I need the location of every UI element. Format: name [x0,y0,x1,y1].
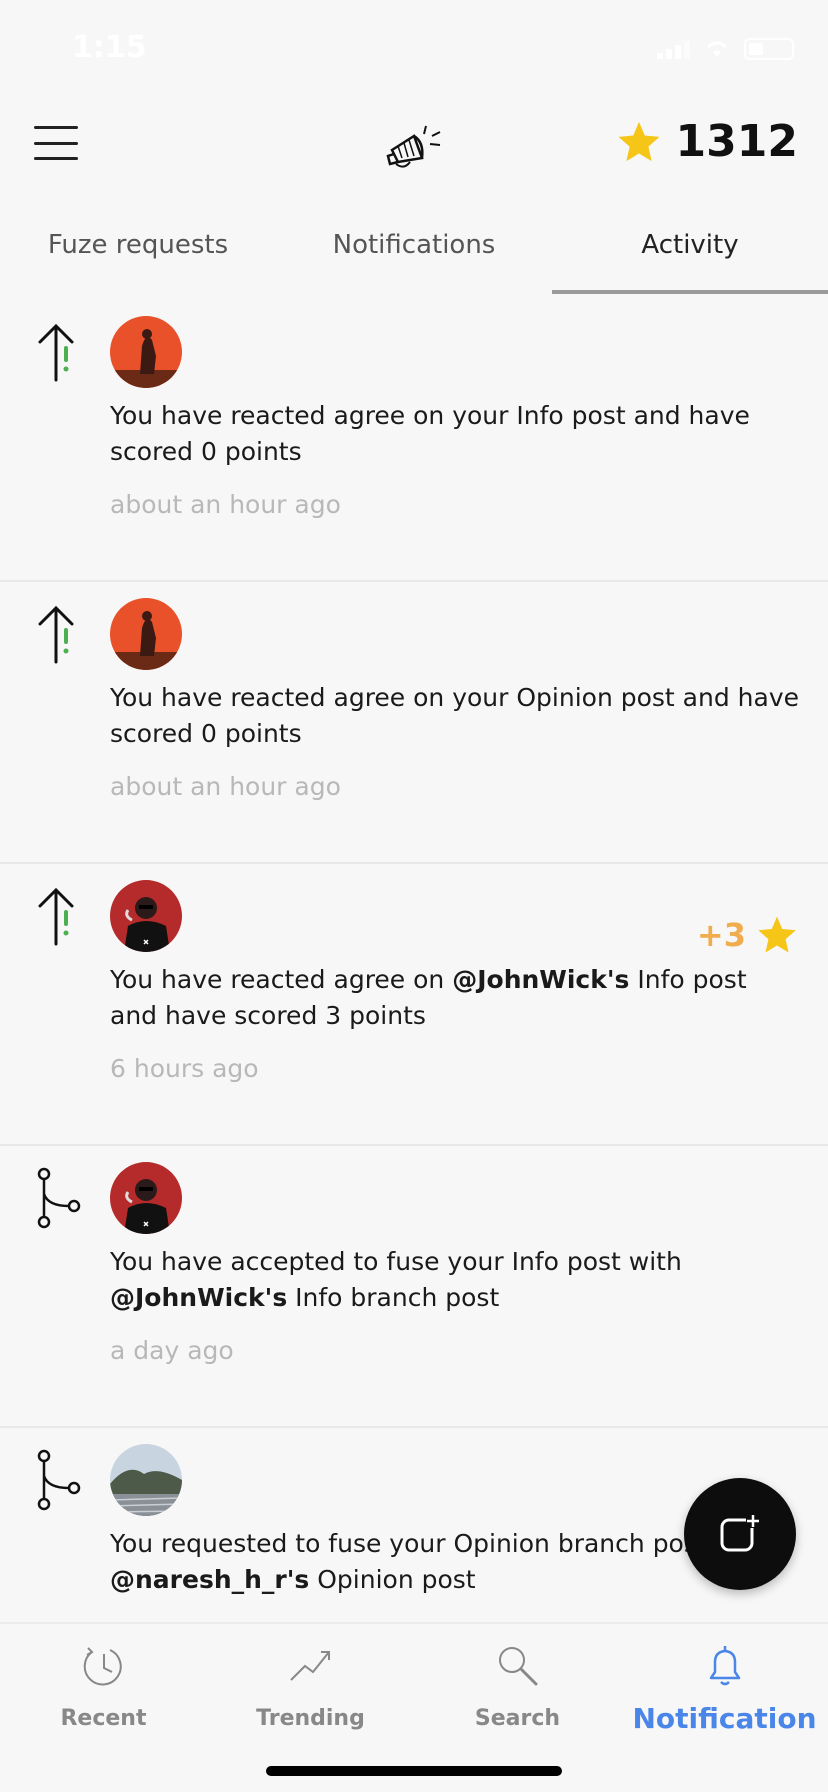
menu-icon-line [34,157,78,160]
activity-feed[interactable]: You have reacted agree on your Info post… [0,300,828,1620]
user-mention-link[interactable]: @JohnWick's [110,1283,287,1312]
status-icons [657,38,794,60]
tab-notifications[interactable]: Notifications [276,200,552,296]
battery-icon [744,38,794,60]
avatar[interactable] [110,598,182,670]
fuse-branch-icon [37,1449,81,1511]
new-post-icon [720,1514,760,1552]
create-post-button[interactable] [684,1478,796,1590]
status-bar: 1:15 [0,0,828,100]
megaphone-logo-icon [386,125,441,168]
avatar[interactable] [110,880,182,952]
clock-icon [83,1647,122,1686]
star-icon [758,916,796,953]
avatar-johnwick-image [110,880,182,952]
tab-bar: Fuze requests Notifications Activity [0,200,828,296]
activity-time: about an hour ago [110,490,341,519]
points-earned: +3 [697,914,798,956]
menu-icon-line [34,126,78,129]
avatar[interactable] [110,1444,182,1516]
menu-button[interactable] [34,126,78,160]
tab-activity[interactable]: Activity [552,200,828,296]
nav-label: Recent [60,1706,147,1731]
activity-text-part: Info branch post [287,1283,500,1312]
avatar-johnwick-image [110,1162,182,1234]
activity-text: You have accepted to fuse your Info post… [110,1244,800,1316]
status-time: 1:15 [72,30,147,65]
search-icon [498,1647,537,1686]
nav-notification[interactable]: Notification [621,1642,828,1735]
nav-trending[interactable]: Trending [207,1642,414,1731]
user-mention-link[interactable]: @naresh_h_r's [110,1565,309,1594]
nav-label: Search [474,1706,561,1731]
activity-text-part: You have reacted agree on your Info post… [110,401,750,466]
avatar-warrior-image [110,316,182,388]
avatar[interactable] [110,1162,182,1234]
activity-text: You have reacted agree on your Opinion p… [110,680,800,752]
activity-time: a day ago [110,1336,234,1365]
bell-icon [709,1646,740,1686]
agree-arrow-icon [38,887,74,946]
signal-icon [657,39,690,59]
activity-text: You have reacted agree on your Info post… [110,398,800,470]
activity-time: about an hour ago [110,772,341,801]
star-icon [618,121,660,161]
points-value: +3 [696,916,746,954]
nav-search[interactable]: Search [414,1642,621,1731]
active-tab-indicator [552,290,828,294]
tab-fuze-requests[interactable]: Fuze requests [0,200,276,296]
menu-icon-line [34,141,78,145]
score-value: 1312 [675,116,798,167]
user-mention-link[interactable]: @JohnWick's [452,965,629,994]
activity-text-part: You requested to fuse your Opinion branc… [110,1529,740,1558]
wifi-icon [707,41,727,57]
activity-text: You have reacted agree on @JohnWick's In… [110,962,800,1034]
activity-text-part: You have reacted agree on [110,965,453,994]
activity-item[interactable]: +3 You have reacted agree on @JohnWick's… [0,864,828,1146]
avatar[interactable] [110,316,182,388]
activity-text-part: Opinion post [309,1565,476,1594]
activity-text-part: You have reacted agree on your Opinion p… [110,683,800,748]
agree-arrow-icon [38,605,74,664]
activity-item[interactable]: You have accepted to fuse your Info post… [0,1146,828,1428]
agree-arrow-icon [38,323,74,382]
home-indicator[interactable] [266,1766,562,1776]
avatar-warrior-image [110,598,182,670]
app-header: 1312 [0,100,828,190]
trending-icon [289,1651,330,1681]
activity-text-part: You have accepted to fuse your Info post… [110,1247,682,1276]
score-display: 1312 [616,116,798,167]
activity-item[interactable]: You have reacted agree on your Info post… [0,300,828,582]
nav-label: Notification [632,1702,817,1735]
nav-label: Trending [256,1706,365,1731]
fuse-branch-icon [37,1167,81,1229]
activity-time: 6 hours ago [110,1054,259,1083]
avatar-landscape-image [110,1444,182,1516]
activity-item[interactable]: You have reacted agree on your Opinion p… [0,582,828,864]
nav-recent[interactable]: Recent [0,1642,207,1731]
